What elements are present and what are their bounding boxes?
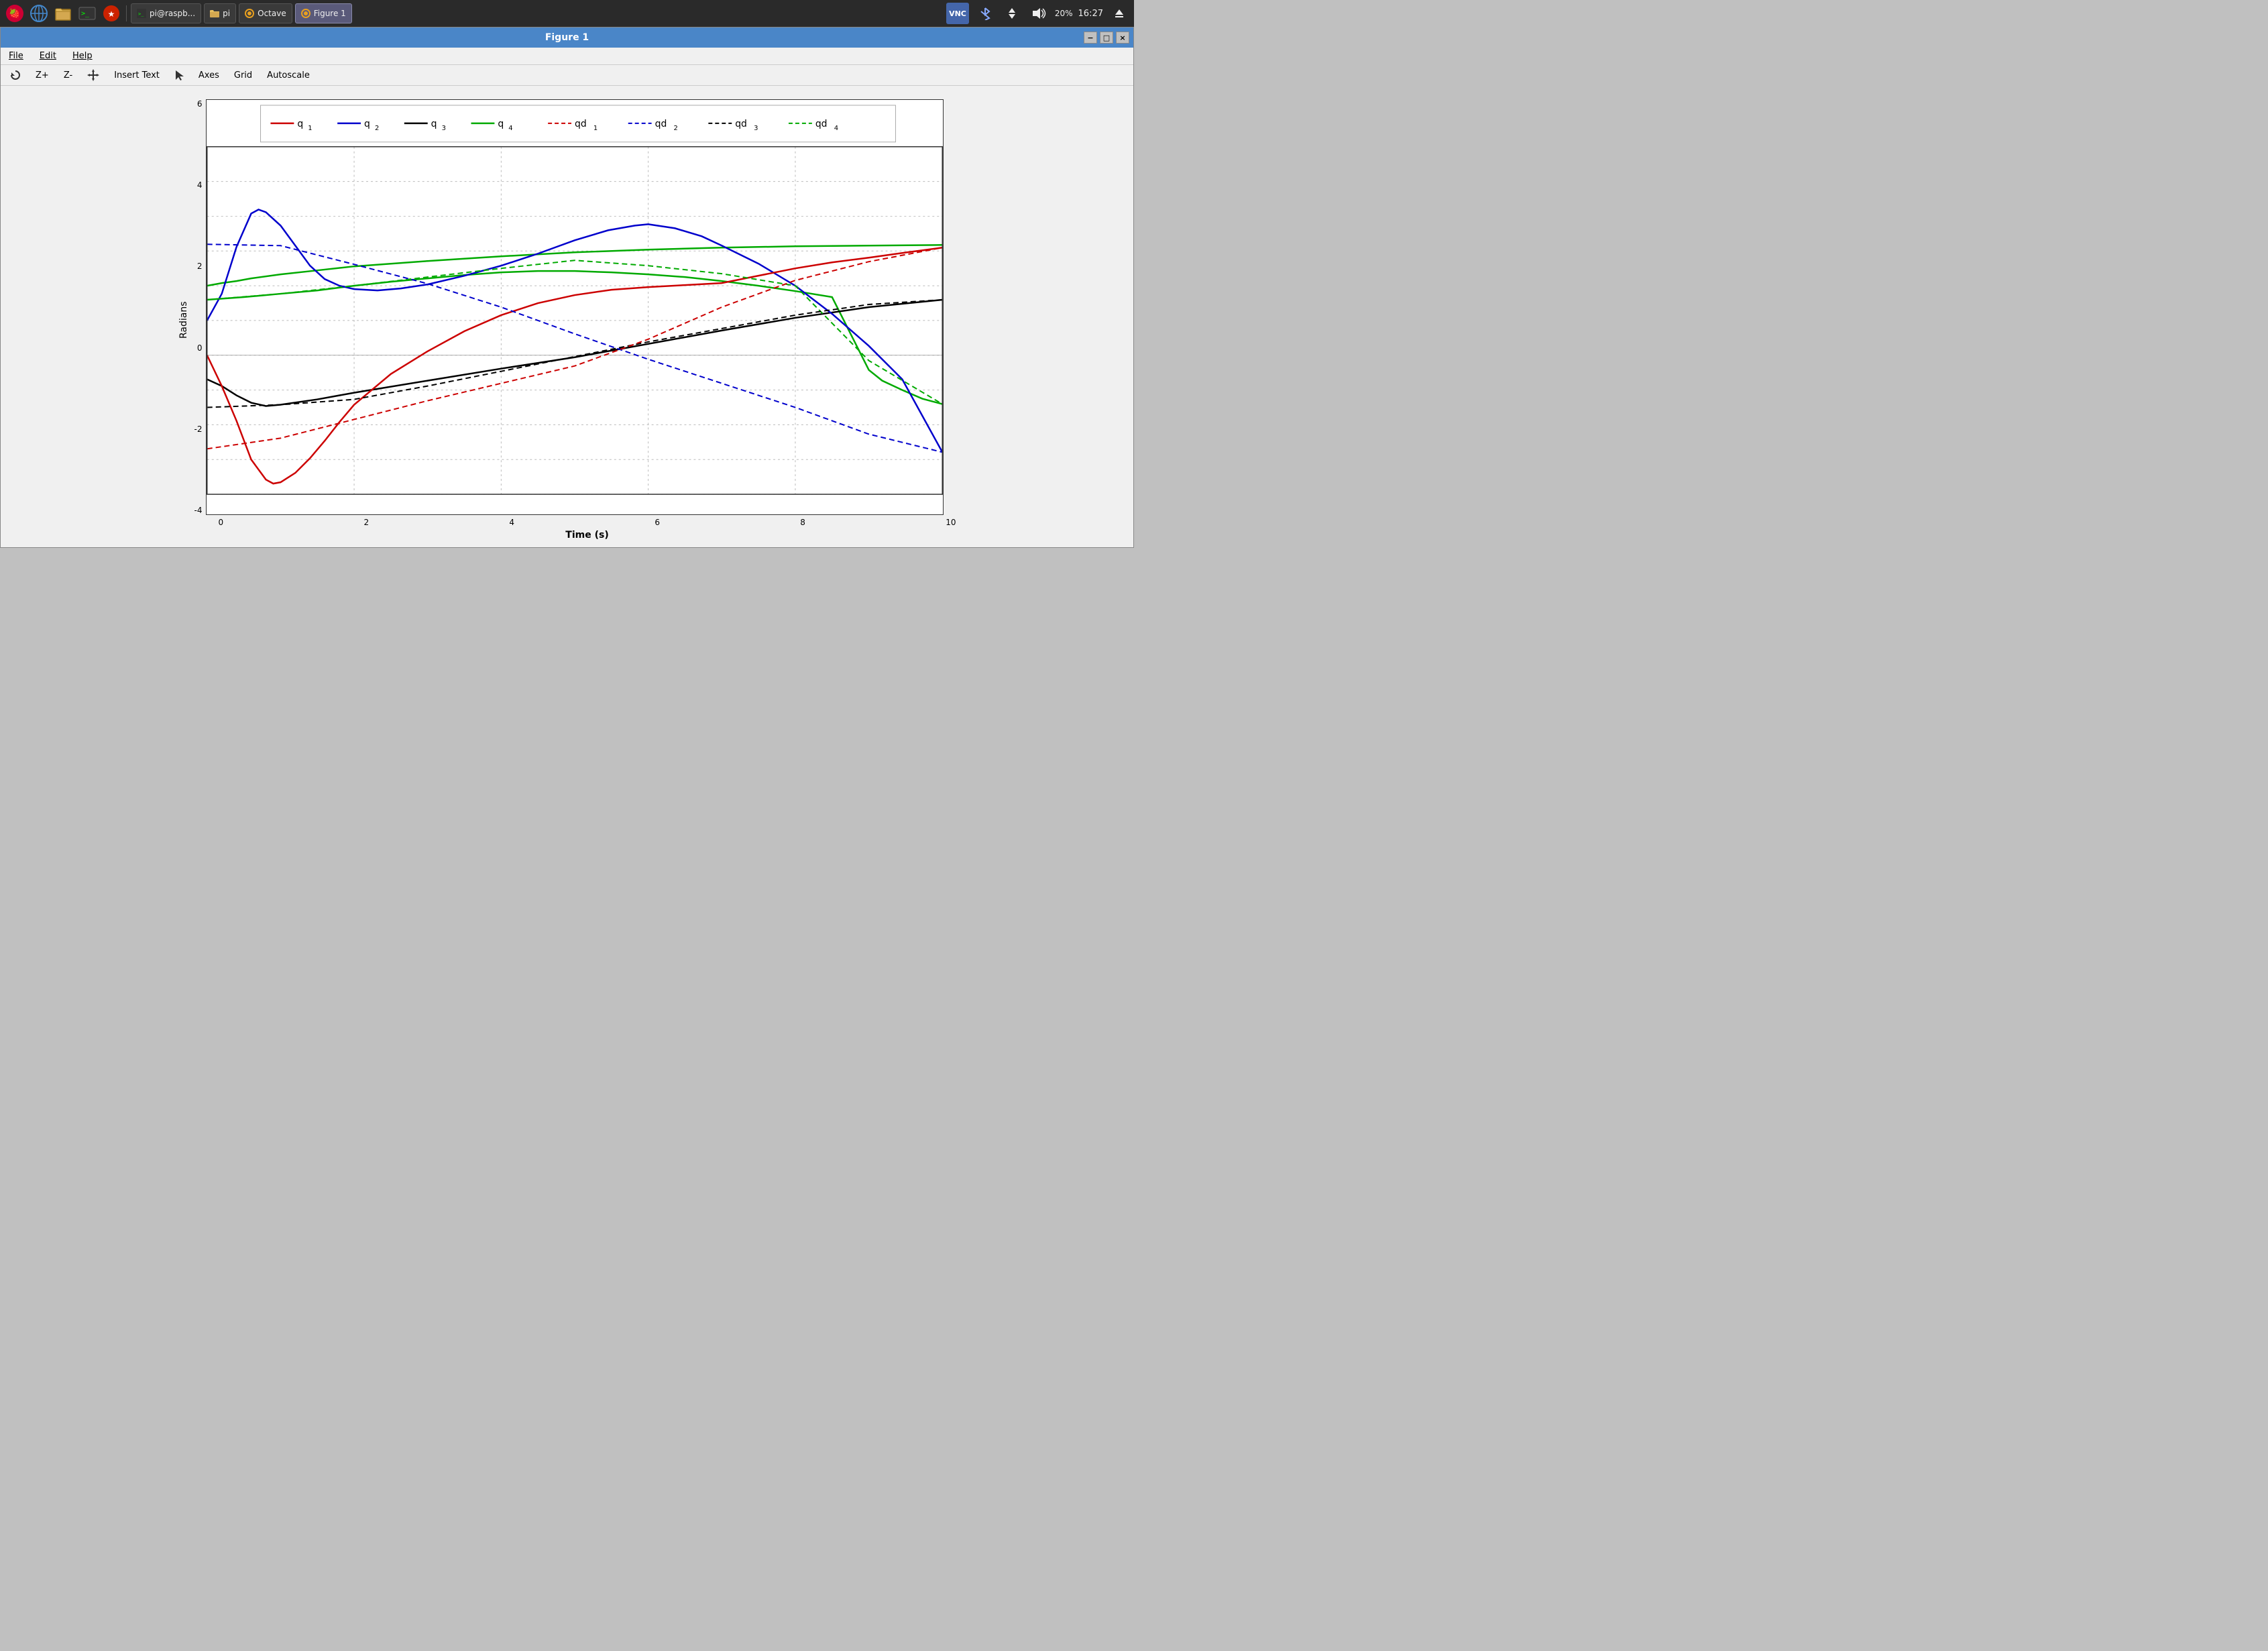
- svg-text:3: 3: [754, 125, 758, 132]
- menu-edit[interactable]: Edit: [37, 50, 59, 62]
- svg-text:q: q: [431, 119, 437, 129]
- bluetooth-icon[interactable]: [974, 3, 996, 24]
- svg-text:q: q: [364, 119, 370, 129]
- svg-text:3: 3: [442, 125, 446, 132]
- filemanager-icon[interactable]: [52, 3, 74, 24]
- terminal-taskbar-icon[interactable]: >_: [76, 3, 98, 24]
- plot-area-outer: Radians 6 4 2 0 -2 -4: [178, 99, 956, 540]
- svg-text:qd: qd: [575, 119, 587, 129]
- clock: 16:27: [1078, 9, 1103, 19]
- terminal-app[interactable]: >_ pi@raspb...: [131, 3, 201, 23]
- separator-1: [126, 5, 127, 21]
- taskbar-right: VNC 20% 16:27: [946, 3, 1130, 24]
- folder-app[interactable]: pi: [204, 3, 236, 23]
- plot-svg: q 1 q 2 q 3 q: [206, 99, 944, 515]
- octave-app[interactable]: Octave: [239, 3, 292, 23]
- svg-text:4: 4: [509, 125, 513, 132]
- menu-help[interactable]: Help: [70, 50, 95, 62]
- svg-text:>_: >_: [81, 10, 90, 17]
- x-axis-label: Time (s): [219, 530, 956, 540]
- figure1-app[interactable]: Figure 1: [295, 3, 352, 23]
- svg-text:1: 1: [593, 125, 598, 132]
- svg-text:🍓: 🍓: [9, 8, 20, 19]
- wolf-icon[interactable]: ★: [101, 3, 122, 24]
- svg-text:q: q: [498, 119, 504, 129]
- raspberry-pi-icon[interactable]: 🍓: [4, 3, 25, 24]
- svg-text:1: 1: [308, 125, 313, 132]
- volume-icon[interactable]: [1028, 3, 1050, 24]
- refresh-tool[interactable]: [6, 68, 25, 82]
- svg-text:★: ★: [108, 9, 115, 19]
- pan-tool[interactable]: [83, 68, 103, 82]
- vnc-icon[interactable]: VNC: [946, 3, 969, 24]
- grid-button[interactable]: Grid: [230, 69, 256, 82]
- plot-container: Radians 6 4 2 0 -2 -4: [1, 86, 1133, 547]
- browser-icon[interactable]: [28, 3, 50, 24]
- zoom-out-button[interactable]: Z-: [60, 69, 76, 82]
- plot-wrapper: Radians 6 4 2 0 -2 -4: [178, 99, 956, 540]
- axes-button[interactable]: Axes: [194, 69, 223, 82]
- battery-indicator: 20%: [1055, 9, 1073, 18]
- insert-text-button[interactable]: Insert Text: [110, 69, 164, 82]
- svg-text:>_: >_: [138, 11, 144, 17]
- svg-text:q: q: [298, 119, 304, 129]
- zoom-in-button[interactable]: Z+: [32, 69, 53, 82]
- svg-text:qd: qd: [736, 119, 748, 129]
- y-ticks: 6 4 2 0 -2 -4: [194, 99, 207, 515]
- toolbar: Z+ Z- Insert Text Axes: [1, 65, 1133, 86]
- y-axis-and-plot: 6 4 2 0 -2 -4: [194, 99, 956, 515]
- minimize-button[interactable]: −: [1084, 32, 1097, 44]
- svg-text:qd: qd: [815, 119, 828, 129]
- svg-text:qd: qd: [655, 119, 667, 129]
- y-axis-label: Radians: [178, 99, 189, 540]
- autoscale-button[interactable]: Autoscale: [263, 69, 314, 82]
- network-icon[interactable]: [1001, 3, 1023, 24]
- plot-with-axes: 6 4 2 0 -2 -4: [194, 99, 956, 540]
- close-button[interactable]: ×: [1116, 32, 1129, 44]
- window-controls: − □ ×: [1084, 32, 1129, 44]
- window-titlebar: Figure 1 − □ ×: [1, 27, 1133, 48]
- x-ticks: 0 2 4 6 8 10: [219, 515, 956, 527]
- eject-icon[interactable]: [1109, 3, 1130, 24]
- maximize-button[interactable]: □: [1100, 32, 1113, 44]
- select-tool[interactable]: [170, 68, 188, 82]
- svg-text:2: 2: [674, 125, 678, 132]
- menu-file[interactable]: File: [6, 50, 26, 62]
- svg-text:2: 2: [375, 125, 379, 132]
- menubar: File Edit Help: [1, 48, 1133, 65]
- figure1-window: Figure 1 − □ × File Edit Help Z+ Z-: [0, 27, 1134, 548]
- taskbar: 🍓 >_ ★ >_: [0, 0, 1134, 27]
- svg-text:4: 4: [834, 125, 838, 132]
